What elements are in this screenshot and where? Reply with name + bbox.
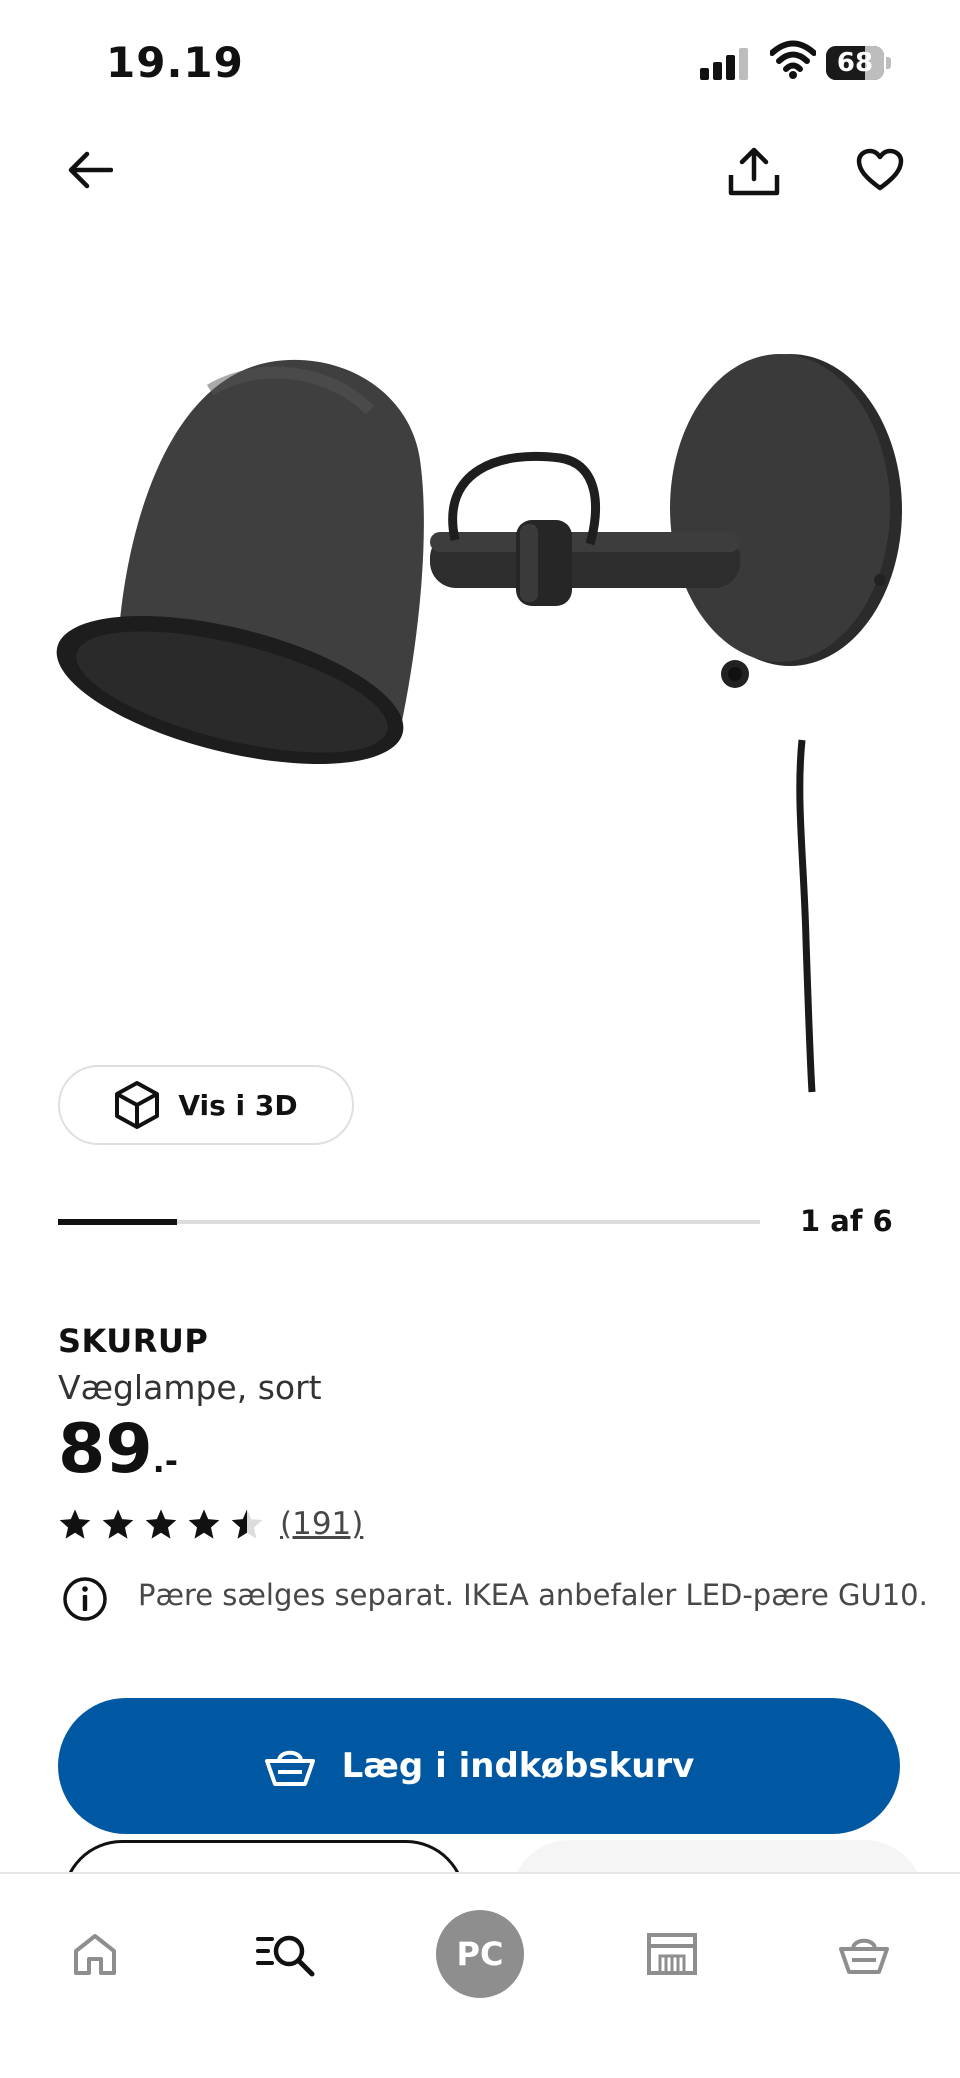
favorite-button[interactable] [848,138,912,202]
view-3d-label: Vis i 3D [178,1088,298,1122]
product-name: SKURUP [58,1322,209,1360]
share-icon [728,147,780,196]
nav-search[interactable] [236,1912,336,1996]
product-image[interactable] [0,300,960,1120]
bottom-navigation: PC [0,1872,960,2078]
cellular-signal-icon [700,44,752,80]
add-to-cart-label: Læg i indkøbskurv [341,1746,695,1786]
add-to-cart-button[interactable]: Læg i indkøbskurv [58,1698,900,1834]
battery-indicator: 68 [826,46,892,80]
star-icon [59,1509,91,1539]
gallery-progress-bar [58,1219,760,1225]
review-count-link[interactable]: (191) [280,1506,363,1542]
share-button[interactable] [722,140,786,204]
star-icon [102,1509,134,1539]
avatar: PC [436,1910,524,1998]
star-icon [145,1509,177,1539]
star-half-icon [231,1509,263,1539]
info-icon [63,1577,107,1621]
back-button[interactable] [60,140,120,200]
price-suffix: .- [152,1442,179,1480]
battery-level: 68 [836,48,874,78]
store-icon [647,1933,697,1975]
bulb-info-text: Pære sælges separat. IKEA anbefaler LED-… [138,1578,928,1612]
product-description: Væglampe, sort [58,1368,322,1407]
star-icon [188,1509,220,1539]
status-time: 19.19 [106,38,244,87]
home-icon [74,1934,116,1975]
nav-home[interactable] [45,1912,145,1996]
search-icon [256,1935,315,1977]
cube-3d-icon [115,1081,160,1129]
product-price: 89.- [58,1416,178,1484]
heart-icon [856,148,904,191]
nav-profile[interactable]: PC [430,1910,530,1998]
price-integer: 89 [58,1410,153,1489]
gallery-progress-fill [58,1219,178,1225]
wifi-icon [770,40,816,79]
nav-cart[interactable] [814,1912,914,1996]
arrow-left-icon [68,151,113,189]
basket-icon [264,1750,315,1786]
gallery-page-indicator: 1 af 6 [800,1204,893,1238]
view-3d-button[interactable]: Vis i 3D [58,1065,354,1145]
rating-stars[interactable] [58,1508,264,1540]
basket-icon [839,1938,889,1974]
nav-stores[interactable] [622,1912,722,1996]
